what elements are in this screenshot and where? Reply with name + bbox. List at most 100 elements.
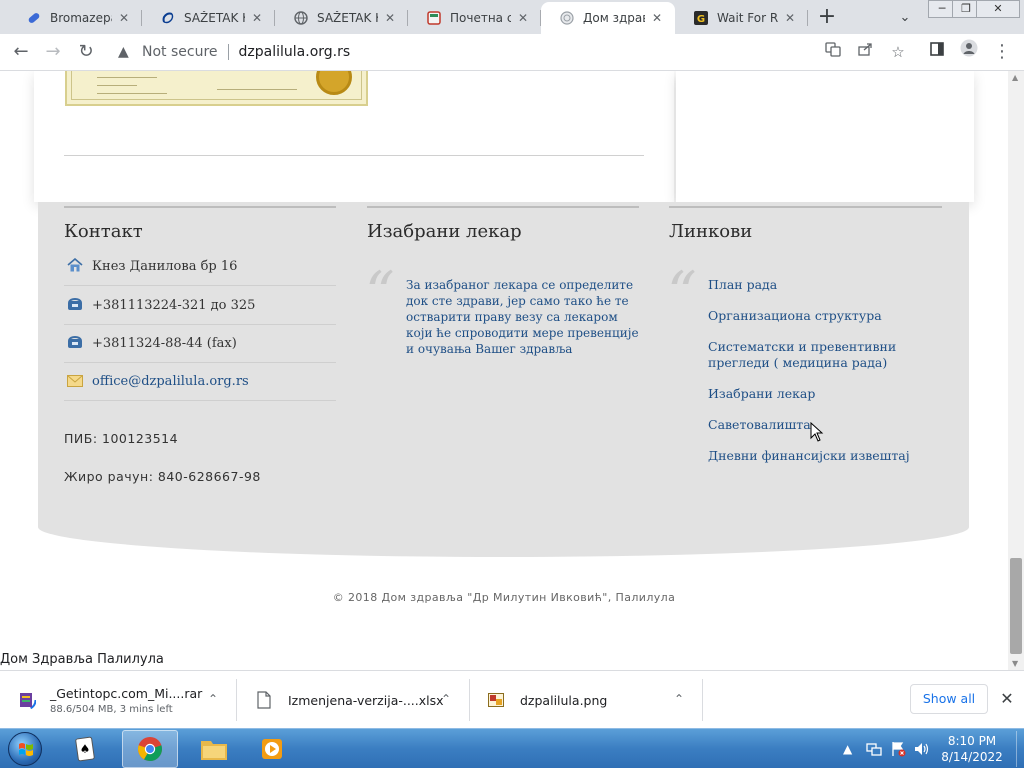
file-explorer-icon[interactable] bbox=[186, 730, 242, 768]
side-panel-icon[interactable] bbox=[924, 39, 950, 65]
certificate-line bbox=[217, 89, 297, 90]
close-tab-icon[interactable]: ✕ bbox=[782, 10, 798, 26]
tab-dom-zdravlja[interactable]: Дом здравља ✕ bbox=[541, 2, 675, 34]
phone-icon bbox=[64, 297, 86, 315]
download-item-rar[interactable]: _Getintopc.com_Mi....rar 88.6/504 MB, 3 … bbox=[16, 671, 224, 729]
share-icon[interactable] bbox=[852, 39, 878, 65]
link-daily-financial-report[interactable]: Дневни финансијски извештај bbox=[708, 448, 940, 464]
warning-triangle-icon[interactable]: ▲ bbox=[118, 44, 138, 60]
bookmark-star-icon[interactable]: ☆ bbox=[885, 39, 911, 65]
back-arrow-icon[interactable]: ← bbox=[8, 39, 34, 65]
home-icon bbox=[64, 257, 86, 276]
link-organizational-structure[interactable]: Организациона структура bbox=[708, 308, 940, 324]
certificate-line bbox=[97, 77, 157, 78]
email-row: office@dzpalilula.org.rs bbox=[64, 363, 336, 401]
windows-logo-icon bbox=[8, 732, 42, 766]
media-player-icon[interactable] bbox=[244, 730, 300, 768]
doctor-heading: Изабрани лекар bbox=[367, 221, 522, 242]
tray-action-center-icon[interactable] bbox=[890, 729, 906, 768]
tab-title: Почетна страна bbox=[450, 11, 511, 25]
close-window-button[interactable]: ✕ bbox=[976, 0, 1020, 18]
show-desktop-button[interactable] bbox=[1016, 731, 1024, 767]
main-content-card bbox=[34, 71, 674, 202]
image-file-icon bbox=[486, 689, 506, 711]
pill-favicon-icon bbox=[26, 10, 42, 26]
phone-text: +381113224-321 до 325 bbox=[92, 298, 256, 313]
quote-mark-icon: “ bbox=[667, 259, 697, 327]
rar-file-icon bbox=[16, 689, 36, 711]
address-bar[interactable]: ▲ Not secure dzpalilula.org.rs bbox=[108, 37, 860, 67]
mail-icon bbox=[64, 373, 86, 391]
new-tab-button[interactable]: + bbox=[814, 5, 840, 31]
solitaire-app-icon[interactable]: ♠ bbox=[58, 730, 114, 768]
url-text[interactable]: dzpalilula.org.rs bbox=[239, 44, 351, 60]
download-separator bbox=[236, 679, 237, 721]
forward-arrow-icon[interactable]: → bbox=[40, 39, 66, 65]
security-status[interactable]: Not secure bbox=[142, 44, 218, 60]
contact-column-rule bbox=[64, 206, 336, 208]
tray-show-hidden-icon[interactable]: ▲ bbox=[843, 729, 852, 768]
links-heading: Линкови bbox=[669, 221, 753, 242]
close-tab-icon[interactable]: ✕ bbox=[649, 10, 665, 26]
contact-heading: Контакт bbox=[64, 221, 143, 242]
download-separator bbox=[469, 679, 470, 721]
link-systematic-exams[interactable]: Систематски и превентивни прегледи ( мед… bbox=[708, 339, 940, 371]
email-link[interactable]: office@dzpalilula.org.rs bbox=[92, 374, 249, 389]
close-tab-icon[interactable]: ✕ bbox=[515, 10, 531, 26]
scroll-down-arrow-icon[interactable]: ▼ bbox=[1012, 659, 1018, 668]
svg-text:G: G bbox=[697, 14, 705, 25]
tab-wait-for-response[interactable]: G Wait For Response ✕ bbox=[675, 2, 808, 34]
copyright-text: © 2018 Дом здравља "Др Милутин Ивковић",… bbox=[332, 591, 676, 604]
tab-title: SAŽETAK KARAKTERISTIKA bbox=[184, 11, 245, 25]
page-scrollbar[interactable]: ▲ ▼ bbox=[1008, 71, 1024, 670]
show-all-downloads-button[interactable]: Show all bbox=[910, 684, 988, 714]
pib-text: ПИБ: 100123514 bbox=[64, 431, 179, 446]
chrome-app-icon[interactable] bbox=[122, 730, 178, 768]
tab-title: Bromazepam bbox=[50, 11, 112, 25]
close-tab-icon[interactable]: ✕ bbox=[249, 10, 265, 26]
globe-favicon-icon bbox=[559, 10, 575, 26]
scrollbar-thumb[interactable] bbox=[1010, 558, 1022, 654]
profile-avatar-icon[interactable] bbox=[956, 39, 982, 65]
quote-mark-icon: “ bbox=[365, 259, 395, 327]
tab-sazetak-1[interactable]: SAŽETAK KARAKTERISTIKA ✕ bbox=[142, 2, 275, 34]
address-row: Кнез Данилова бр 16 bbox=[64, 248, 336, 286]
link-plan-rada[interactable]: План рада bbox=[708, 277, 940, 293]
link-counseling[interactable]: Саветовалишта bbox=[708, 417, 940, 433]
chevron-up-icon[interactable]: ⌃ bbox=[438, 691, 454, 707]
scroll-up-arrow-icon[interactable]: ▲ bbox=[1012, 73, 1018, 82]
download-item-png[interactable]: dzpalilula.png bbox=[486, 671, 676, 729]
reload-icon[interactable]: ↻ bbox=[73, 39, 99, 65]
content-divider bbox=[64, 155, 644, 156]
tab-title: Дом здравља bbox=[583, 11, 645, 25]
tab-bromazepam[interactable]: Bromazepam ✕ bbox=[8, 2, 142, 34]
tab-strip: Bromazepam ✕ SAŽETAK KARAKTERISTIKA ✕ SA… bbox=[0, 0, 1024, 34]
link-chosen-doctor[interactable]: Изабрани лекар bbox=[708, 386, 940, 402]
tray-volume-icon[interactable] bbox=[914, 729, 930, 768]
tab-title: SAŽETAK KARAKTERISTIKA bbox=[317, 11, 378, 25]
account-text: Жиро рачун: 840-628667-98 bbox=[64, 469, 261, 484]
tab-pocetna[interactable]: Почетна страна ✕ bbox=[408, 2, 541, 34]
browser-menu-icon[interactable]: ⋮ bbox=[989, 39, 1015, 65]
close-tab-icon[interactable]: ✕ bbox=[116, 10, 132, 26]
tray-network-icon[interactable] bbox=[866, 729, 882, 768]
certificate-line bbox=[97, 85, 137, 86]
download-filename: dzpalilula.png bbox=[520, 692, 608, 708]
omnibox-divider bbox=[227, 44, 229, 60]
download-item-xlsx[interactable]: Izmenjena-verzija-....xlsx bbox=[254, 671, 444, 729]
close-downloads-icon[interactable]: ✕ bbox=[997, 688, 1017, 710]
tab-search-chevron-icon[interactable]: ⌄ bbox=[893, 6, 917, 30]
close-tab-icon[interactable]: ✕ bbox=[382, 10, 398, 26]
translate-icon[interactable] bbox=[820, 39, 846, 65]
taskbar-clock[interactable]: 8:10 PM 8/14/2022 bbox=[932, 733, 1012, 765]
start-button[interactable] bbox=[2, 730, 48, 768]
tab-sazetak-2[interactable]: SAŽETAK KARAKTERISTIKA ✕ bbox=[275, 2, 408, 34]
tab-separator bbox=[807, 10, 808, 26]
globe-favicon-icon bbox=[293, 10, 309, 26]
chevron-up-icon[interactable]: ⌃ bbox=[205, 691, 221, 707]
links-column-rule bbox=[669, 206, 942, 208]
certificate-image[interactable] bbox=[65, 71, 368, 106]
fax-icon bbox=[64, 335, 86, 353]
certificate-line bbox=[97, 93, 167, 94]
chevron-up-icon[interactable]: ⌃ bbox=[671, 691, 687, 707]
